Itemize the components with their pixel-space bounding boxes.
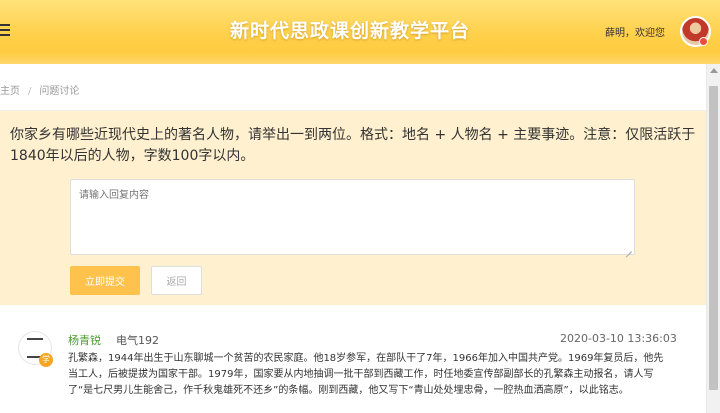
student-badge-icon: 学 (39, 353, 53, 367)
avatar-badge-icon (699, 37, 708, 46)
breadcrumb-current: 问题讨论 (39, 86, 80, 97)
question-text: 你家乡有哪些近现代史上的著名人物，请举出一到两位。格式：地名 + 人物名 + 主… (10, 127, 696, 164)
comment-text: 孔繁森，1944年出生于山东聊城一个贫苦的农民家庭。他18岁参军，在部队干了7年… (68, 353, 664, 396)
commenter-name[interactable]: 杨青锐 (68, 332, 101, 348)
commenter-class: 电气192 (116, 334, 159, 347)
submit-button[interactable]: 立即提交 (70, 266, 140, 295)
scrollbar[interactable] (706, 64, 720, 413)
resize-grip-icon[interactable] (624, 244, 632, 252)
breadcrumb-separator: / (28, 86, 32, 97)
scroll-up-arrow-icon[interactable] (710, 68, 718, 73)
scrollbar-thumb[interactable] (709, 86, 718, 390)
breadcrumb: 主页 / 问题讨论 (0, 82, 79, 97)
breadcrumb-home[interactable]: 主页 (0, 86, 20, 97)
back-button[interactable]: 返回 (151, 266, 202, 295)
comment-time: 2020-03-10 13:36:03 (560, 332, 677, 345)
welcome-text: 薛明，欢迎您 (605, 28, 665, 39)
reply-textarea[interactable] (70, 179, 635, 255)
menu-icon[interactable] (0, 24, 10, 38)
site-title: 新时代思政课创新教学平台 (229, 20, 470, 42)
